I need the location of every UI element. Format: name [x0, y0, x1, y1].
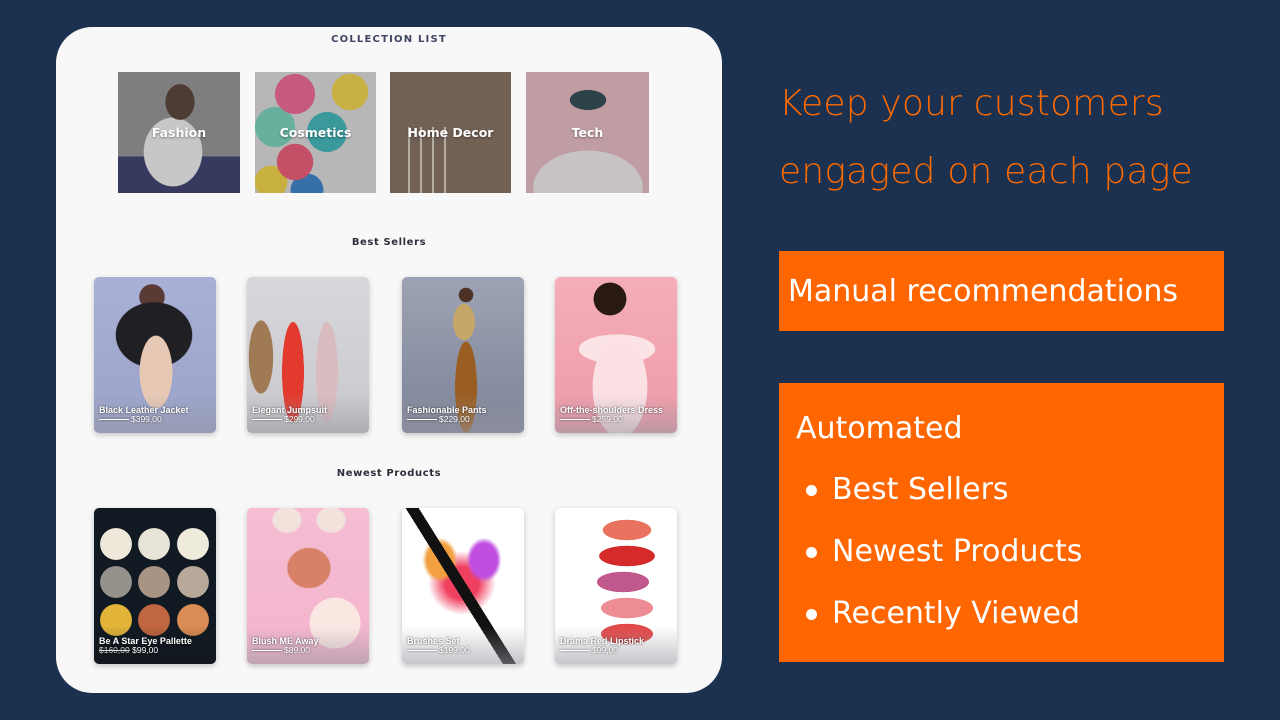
headline-line-1: Keep your customers: [779, 83, 1164, 124]
collection-label: Tech: [571, 125, 604, 140]
product-card[interactable]: Fashionable Pants $229,00: [402, 277, 524, 433]
original-price-strikethrough: [407, 419, 437, 421]
manual-recommendations-label: Manual recommendations: [788, 273, 1178, 309]
bullet-icon: [806, 546, 817, 558]
product-price: $229,00: [439, 414, 470, 424]
automated-item-recently-viewed: Recently Viewed: [796, 583, 1224, 645]
product-card[interactable]: Off-the-shoulders Dress $259,00: [555, 277, 677, 433]
product-price: $89,00: [284, 645, 310, 655]
collection-tile-home-decor[interactable]: Home Decor: [390, 72, 511, 193]
collection-tile-fashion[interactable]: Fashion: [118, 72, 240, 193]
product-card[interactable]: Blush ME Away $89,00: [247, 508, 369, 664]
product-card[interactable]: Brushes Set $199,00: [402, 508, 524, 664]
automated-item-newest-products: Newest Products: [796, 521, 1224, 583]
store-preview-panel: COLLECTION LIST Fashion Cosmetics Home D…: [56, 27, 722, 693]
best-sellers-title: Best Sellers: [351, 237, 427, 248]
manual-recommendations-box: Manual recommendations: [779, 251, 1224, 331]
product-price: $299,00: [284, 414, 315, 424]
headline: Keep your customers engaged on each page: [779, 70, 1259, 206]
collection-label: Cosmetics: [279, 125, 352, 140]
product-price: $259,00: [592, 414, 623, 424]
original-price-strikethrough: [407, 650, 437, 652]
collection-label: Home Decor: [407, 125, 494, 140]
product-card[interactable]: Drama Red Lipstick $99,00: [555, 508, 677, 664]
collection-tile-tech[interactable]: Tech: [526, 72, 649, 193]
headline-line-2: engaged on each page: [779, 151, 1193, 192]
product-price: $199,00: [439, 645, 470, 655]
original-price-strikethrough: [560, 419, 590, 421]
product-price: $99,00: [592, 645, 618, 655]
product-price: $399,00: [131, 414, 162, 424]
original-price-strikethrough: [252, 419, 282, 421]
original-price: $160,00: [99, 645, 130, 655]
product-price: $99,00: [132, 645, 159, 655]
bullet-icon: [806, 484, 817, 496]
bullet-icon: [806, 608, 817, 620]
product-card[interactable]: Black Leather Jacket $399,00: [94, 277, 216, 433]
automated-list: Best Sellers Newest Products Recently Vi…: [796, 459, 1224, 645]
product-card[interactable]: Elegant Jumpsuit $299,00: [247, 277, 369, 433]
automated-box: Automated Best Sellers Newest Products R…: [779, 383, 1224, 662]
newest-products-title: Newest Products: [336, 468, 442, 479]
original-price-strikethrough: [252, 650, 282, 652]
automated-title: Automated: [796, 411, 963, 446]
product-card[interactable]: Be A Star Eye Pallette $160,00 $99,00: [94, 508, 216, 664]
collection-tile-cosmetics[interactable]: Cosmetics: [255, 72, 376, 193]
collection-label: Fashion: [151, 125, 207, 140]
collection-list-title: COLLECTION LIST: [331, 34, 447, 45]
automated-item-best-sellers: Best Sellers: [796, 459, 1224, 521]
original-price-strikethrough: [99, 419, 129, 421]
original-price-strikethrough: [560, 650, 590, 652]
